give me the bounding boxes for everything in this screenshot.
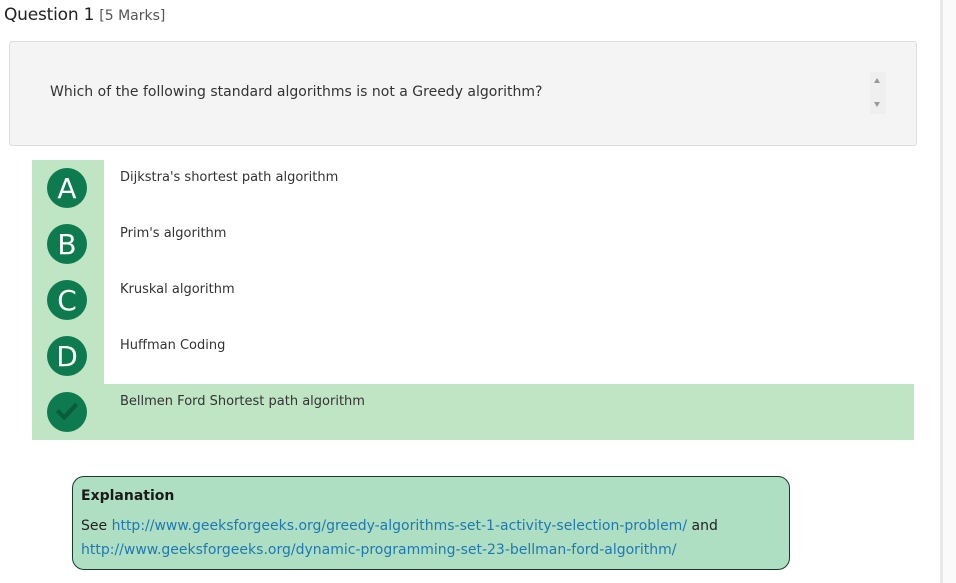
option-d[interactable]: D Huffman Coding	[32, 328, 914, 384]
question-header: Question 1 [5 Marks]	[4, 5, 165, 29]
scroll-spinner[interactable]	[870, 72, 886, 114]
question-text: Which of the following standard algorith…	[50, 84, 543, 100]
option-c[interactable]: C Kruskal algorithm	[32, 272, 914, 328]
option-a-badge[interactable]: A	[47, 168, 87, 208]
option-d-label: Huffman Coding	[120, 338, 226, 353]
explanation-link-bellman-ford[interactable]: http://www.geeksforgeeks.org/dynamic-pro…	[81, 542, 677, 558]
option-a-label: Dijkstra's shortest path algorithm	[120, 170, 339, 185]
question-box: Which of the following standard algorith…	[9, 41, 917, 146]
question-title: Question 1	[4, 5, 95, 25]
question-marks: [5 Marks]	[99, 8, 166, 24]
option-e-label: Bellmen Ford Shortest path algorithm	[120, 394, 365, 409]
explanation-title: Explanation	[81, 488, 175, 504]
option-e-badge[interactable]	[47, 392, 87, 432]
explanation-prefix: See	[81, 518, 112, 534]
explanation-conjunction: and	[687, 518, 718, 534]
option-e-correct[interactable]: Bellmen Ford Shortest path algorithm	[32, 384, 914, 440]
explanation-box: Explanation See http://www.geeksforgeeks…	[72, 476, 790, 570]
option-b-badge[interactable]: B	[47, 224, 87, 264]
option-a[interactable]: A Dijkstra's shortest path algorithm	[32, 160, 914, 216]
option-c-badge[interactable]: C	[47, 280, 87, 320]
option-c-label: Kruskal algorithm	[120, 282, 235, 297]
option-b[interactable]: B Prim's algorithm	[32, 216, 914, 272]
spinner-up-icon[interactable]	[874, 78, 880, 83]
explanation-link-greedy[interactable]: http://www.geeksforgeeks.org/greedy-algo…	[112, 518, 687, 534]
option-d-badge[interactable]: D	[47, 336, 87, 376]
option-b-label: Prim's algorithm	[120, 226, 227, 241]
spinner-down-icon[interactable]	[874, 102, 880, 107]
page-right-edge	[940, 0, 956, 583]
check-icon	[56, 402, 78, 421]
explanation-body: See http://www.geeksforgeeks.org/greedy-…	[81, 514, 781, 562]
